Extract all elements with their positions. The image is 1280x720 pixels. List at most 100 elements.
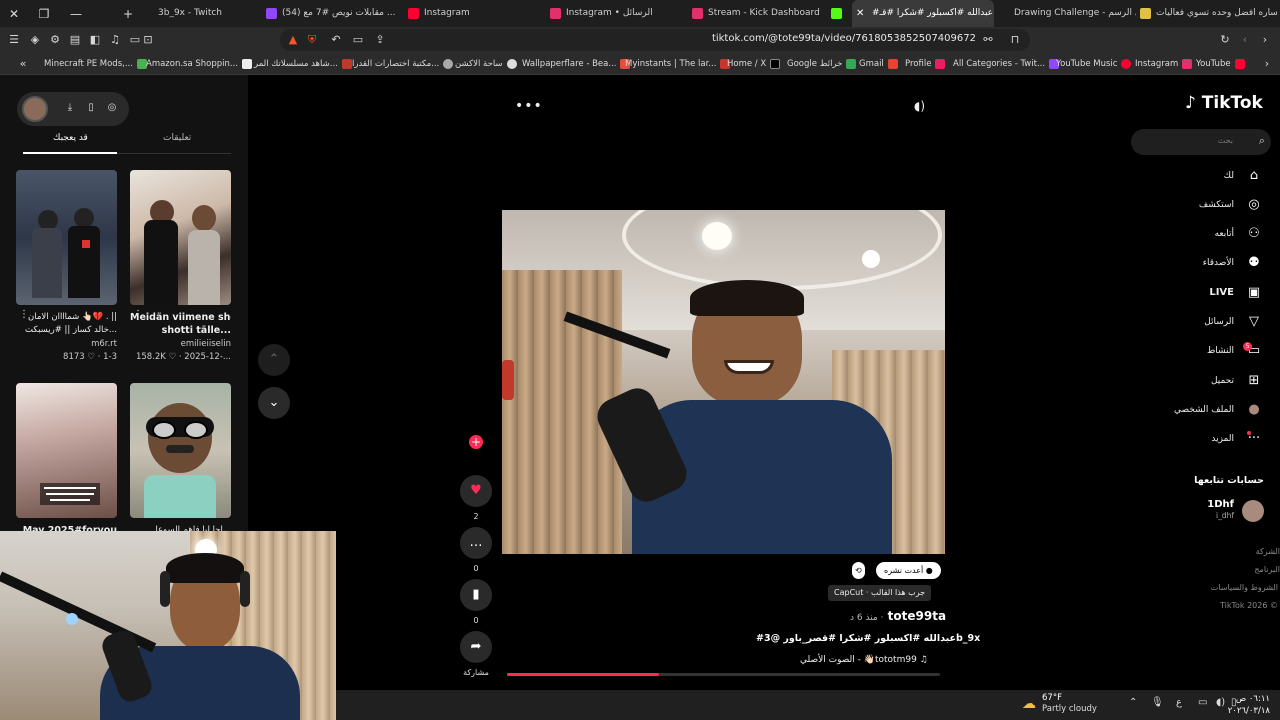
shield-icon[interactable]: ◈ — [27, 32, 43, 48]
nav-live[interactable]: LIVE ▣ — [1209, 283, 1264, 303]
footer-company[interactable]: الشركة — [1256, 547, 1280, 556]
nav-upload[interactable]: تحميل ⊞ — [1211, 371, 1264, 391]
volume-icon[interactable]: ◖) — [914, 99, 925, 113]
download-icon[interactable]: ⤓ — [63, 101, 77, 115]
video-thumbnail[interactable] — [16, 383, 117, 518]
nav-friends[interactable]: الأصدقاء ⚉ — [1203, 253, 1264, 273]
menu-icon[interactable]: ☰ — [6, 32, 22, 48]
weather-desc[interactable]: Partly cloudy — [1042, 704, 1097, 714]
phone-icon[interactable]: ▯ — [84, 101, 98, 115]
bookmark-item[interactable]: Profile — [905, 56, 946, 72]
nav-messages[interactable]: الرسائل ▽ — [1204, 312, 1264, 332]
sidebar-icon[interactable]: ◧ — [87, 32, 103, 48]
avatar[interactable] — [22, 96, 48, 122]
tab-comments[interactable]: تعليقات — [163, 133, 191, 143]
bookmark-item[interactable]: مكتبة اختصارات القدرا... — [352, 56, 454, 72]
site-settings-icon[interactable]: ⚯ — [980, 32, 996, 48]
bookmark-item[interactable]: Myinstants | The lar... — [625, 56, 731, 72]
bookmark-icon[interactable]: ▮ — [460, 579, 492, 611]
weather-icon[interactable]: ☁ — [1022, 696, 1036, 712]
card-options-icon[interactable]: ⋮ — [133, 309, 143, 320]
bookmark-item[interactable]: Home / X — [727, 56, 781, 72]
address-bar[interactable]: ▲ ⛨ ↶ ▭ ⇪ tiktok.com/@tote99ta/video/761… — [280, 29, 1030, 51]
video-card[interactable]: شماااان الامان 👆🏻💔 . || خالد كساز || #ري… — [16, 170, 117, 362]
bookmark-item[interactable]: ساحة الاكشن — [455, 56, 517, 72]
bookmark-item[interactable]: All Categories - Twit... — [953, 56, 1060, 72]
video-card[interactable]: Meidän viimene shotti tälle shotti tälle… — [130, 170, 231, 362]
settings-icon[interactable]: ⚙ — [47, 32, 63, 48]
music-title[interactable]: الصوت الأصلي - 👋🏻tototm99 — [800, 655, 917, 665]
reposted-chip[interactable]: أعدت نشره ● — [876, 562, 941, 579]
screenshot-icon[interactable]: ⊡ — [140, 32, 156, 48]
search-icon[interactable]: ⌕ — [1259, 134, 1265, 148]
tab-kick[interactable] — [826, 0, 846, 27]
close-tab-icon[interactable]: ✕ — [856, 0, 864, 27]
speaker-icon[interactable]: ◖) — [1216, 697, 1225, 708]
tab-tiktok-active[interactable]: ✕ #عبدالله #اكسبلور #شكرا #قـ — [852, 0, 994, 27]
bookmark-item[interactable]: YouTube Music — [1056, 56, 1132, 72]
search-input[interactable]: بحث ⌕ — [1131, 129, 1271, 155]
capcut-template-chip[interactable]: CapCut · جرب هذا القالب — [828, 585, 932, 601]
comment-icon[interactable]: … — [460, 527, 492, 559]
previous-video-button[interactable]: ⌃ — [258, 344, 290, 376]
weather-temp[interactable]: 67°F — [1042, 693, 1062, 703]
save-button[interactable]: ▮ 0 — [459, 579, 493, 625]
video-thumbnail[interactable] — [130, 170, 231, 305]
minimize-window-icon[interactable]: — — [66, 4, 86, 24]
restore-window-icon[interactable]: ❐ — [34, 4, 54, 24]
close-window-icon[interactable]: ✕ — [4, 4, 24, 24]
translate-icon[interactable]: ↶ — [328, 32, 344, 48]
tab-youtube[interactable]: (54) مقابلات نويص #7 مع ... — [262, 0, 410, 27]
author-handle[interactable]: tote99ta — [888, 609, 946, 623]
video-card[interactable]: احا ليا فاهم السوعا... — [130, 383, 231, 537]
video-description[interactable]: #عبدالله #اكسبلور #شكرا #قصر_باور @3b_9x — [756, 633, 980, 644]
card-options-icon[interactable]: ⋮ — [19, 309, 29, 320]
tiktok-logo[interactable]: ♪ TikTok — [1185, 93, 1263, 113]
compass-icon[interactable]: ◎ — [105, 101, 119, 115]
tab-drawing-challenge[interactable]: Drawing Challenge - تحدي الرسم — [994, 0, 1136, 27]
bookmark-item[interactable]: YouTube — [1196, 56, 1245, 72]
video-card[interactable]: May 2025#foryou — [16, 383, 117, 537]
forward-icon[interactable]: ‹ — [1237, 32, 1253, 48]
nav-following[interactable]: أتابعه ⚇ — [1215, 224, 1264, 244]
footer-terms[interactable]: الشروط والسياسات — [1211, 583, 1278, 592]
tab-twitch[interactable]: 3b_9x - Twitch — [138, 0, 258, 27]
followed-account[interactable]: 1Dhf i_dhf — [1184, 498, 1264, 524]
video-player[interactable] — [502, 210, 945, 554]
network-icon[interactable]: ▭ — [1198, 697, 1207, 708]
tab-you-may-like[interactable]: قد يعجبك — [53, 133, 88, 143]
tab-kick-dashboard[interactable]: Stream - Kick Dashboard — [688, 0, 830, 27]
cast-icon[interactable]: ▭ — [350, 32, 366, 48]
nav-explore[interactable]: استكشف ◎ — [1199, 195, 1264, 215]
share-arrow-icon[interactable]: ➦ — [460, 631, 492, 663]
tabs-icon[interactable]: ▤ — [67, 32, 83, 48]
repost-icon[interactable]: ⟲ — [852, 562, 865, 579]
follow-plus-icon[interactable]: + — [469, 435, 483, 449]
nav-profile[interactable]: الملف الشخصي ● — [1174, 400, 1264, 420]
microphone-icon[interactable]: 🎙 — [1151, 697, 1164, 708]
like-button[interactable]: ♥ 2 — [459, 475, 493, 521]
tab-instagram[interactable]: Instagram — [404, 0, 546, 27]
input-language[interactable]: ع — [1176, 697, 1182, 708]
bookmark-page-icon[interactable]: ⊓ — [1007, 32, 1023, 48]
brave-shield-icon[interactable]: ⛨ — [304, 32, 320, 48]
nav-more[interactable]: المزيد ··· — [1211, 429, 1264, 449]
bookmark-item[interactable]: Minecraft PE Mods,... — [44, 56, 147, 72]
next-video-button[interactable]: ⌄ — [258, 387, 290, 419]
video-progress-bar[interactable] — [507, 673, 940, 676]
share-icon[interactable]: ⇪ — [372, 32, 388, 48]
new-tab-icon[interactable]: + — [118, 4, 138, 24]
comment-button[interactable]: … 0 — [459, 527, 493, 573]
bookmarks-overflow-icon[interactable]: › — [1259, 56, 1275, 72]
bookmark-item[interactable]: Google خرائط — [787, 56, 857, 72]
back-icon[interactable]: › — [1257, 32, 1273, 48]
url-text[interactable]: tiktok.com/@tote99ta/video/7618053852507… — [712, 33, 976, 44]
share-button[interactable]: ➦ مشاركة — [459, 631, 493, 677]
video-thumbnail[interactable] — [16, 170, 117, 305]
more-bookmarks-icon[interactable]: « — [15, 56, 31, 72]
music-icon[interactable]: ♫ — [107, 32, 123, 48]
reload-icon[interactable]: ↻ — [1217, 32, 1233, 48]
nav-activity[interactable]: النشاط ▭ — [1207, 341, 1264, 361]
alert-icon[interactable]: ▲ — [285, 32, 301, 48]
bookmark-item[interactable]: شاهد مسلسلاتك المر... — [254, 56, 352, 72]
